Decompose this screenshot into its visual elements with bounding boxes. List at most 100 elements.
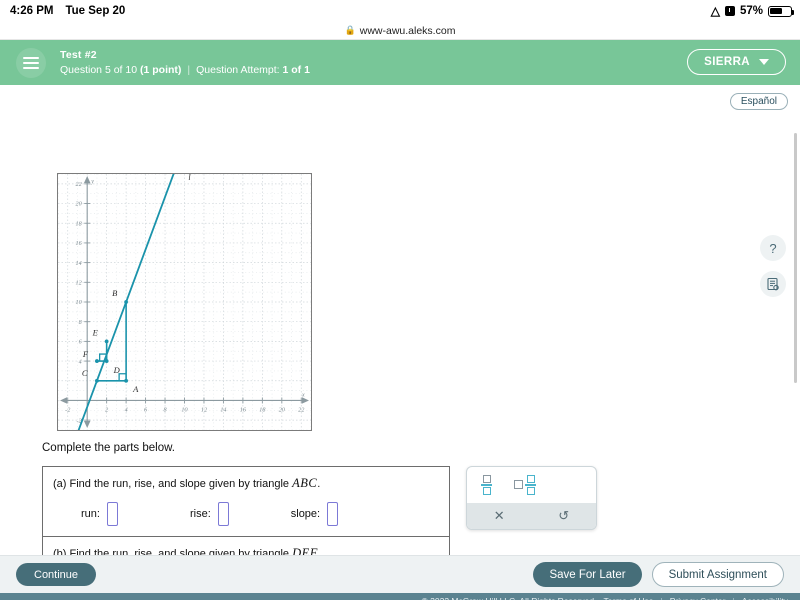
status-time: 4:26 PM xyxy=(10,5,54,17)
part-b-period: . xyxy=(317,548,321,555)
chevron-down-icon xyxy=(759,59,769,65)
vertex-label-C: C xyxy=(82,368,88,378)
user-name-label: SIERRA xyxy=(704,56,750,68)
part-a-run-group: run: xyxy=(81,502,118,526)
y-tick-label-14: 14 xyxy=(76,260,82,267)
battery-percent-label: 57% xyxy=(739,5,763,17)
lock-icon: 🔒 xyxy=(344,25,356,35)
question-mark-icon[interactable]: ? xyxy=(760,235,786,261)
header-text-block: Test #2 Question 5 of 10 (1 point) | Que… xyxy=(60,48,310,76)
part-b-triangle-name: DEF xyxy=(292,546,318,555)
copyright-separator: | xyxy=(732,596,734,600)
y-tick-label-8: 8 xyxy=(79,319,83,326)
ios-status-bar: 4:26 PM Tue Sep 20 △ 57% xyxy=(0,0,800,22)
status-date: Tue Sep 20 xyxy=(65,5,126,17)
y-tick-label-22: 22 xyxy=(76,181,82,188)
math-keypad-panel: ✕ ↺ xyxy=(466,466,597,530)
math-keypad-templates-row xyxy=(467,467,596,503)
footer-right-buttons: Save For Later Submit Assignment xyxy=(533,562,784,587)
part-b-prompt: Find the run, rise, and slope given by t… xyxy=(69,548,290,555)
part-a-slope-label: slope: xyxy=(290,508,321,520)
part-a-triangle-name: ABC xyxy=(292,476,318,490)
x-tick-label-10: 10 xyxy=(181,406,188,413)
aleks-header-bar: Test #2 Question 5 of 10 (1 point) | Que… xyxy=(0,40,800,85)
test-title: Test #2 xyxy=(60,49,97,62)
vertex-label-E: E xyxy=(92,327,99,337)
terms-of-use-link[interactable]: Terms of Use xyxy=(603,596,653,600)
x-tick-label-4: 4 xyxy=(125,406,128,413)
x-tick-label-22: 22 xyxy=(298,406,304,413)
question-counter: Question 5 of 10 (1 point) xyxy=(60,63,182,76)
complete-parts-prompt: Complete the parts below. xyxy=(42,442,175,454)
close-x-icon[interactable]: ✕ xyxy=(467,503,532,529)
x-tick-label-12: 12 xyxy=(201,406,207,413)
part-a-run-input[interactable] xyxy=(106,502,118,526)
battery-icon xyxy=(768,5,795,17)
y-tick-label-10: 10 xyxy=(76,299,83,306)
part-a-answer-row: run: rise: slope: xyxy=(53,502,439,526)
part-a-run-label: run: xyxy=(81,508,100,520)
vertex-point-D xyxy=(104,359,109,363)
y-tick-label-16: 16 xyxy=(76,240,83,247)
x-tick-label-14: 14 xyxy=(220,406,226,413)
part-a-label: (a) xyxy=(53,478,67,490)
vertex-point-F xyxy=(95,359,99,363)
copyright-separator: | xyxy=(661,596,663,600)
part-a-rise-label: rise: xyxy=(189,508,211,520)
vertex-label-B: B xyxy=(112,288,117,298)
y-axis-arrow-up xyxy=(83,176,91,183)
question-status-line: Question 5 of 10 (1 point) | Question At… xyxy=(60,63,310,77)
x-tick-label-18: 18 xyxy=(259,406,266,413)
part-a-slope-group: slope: xyxy=(290,502,339,526)
undo-arrow-icon[interactable]: ↺ xyxy=(532,503,597,529)
submit-assignment-button[interactable]: Submit Assignment xyxy=(651,562,784,587)
accessibility-link[interactable]: Accessibility xyxy=(742,596,788,600)
y-tick-label-12: 12 xyxy=(76,280,82,287)
x-tick-label-6: 6 xyxy=(144,406,148,413)
y-axis-label: y xyxy=(90,179,94,185)
coordinate-plane-graph: x y -2 2 4 6 8 10 12 14 16 18 20 22 -2 4 6 8 10 12 14 16 18 20 2… xyxy=(57,173,312,431)
status-bar-left: 4:26 PM Tue Sep 20 xyxy=(10,5,125,17)
line-l-label: l xyxy=(188,174,191,182)
math-keypad-actions-row: ✕ ↺ xyxy=(467,503,596,529)
question-part-b: (b) Find the run, rise, and slope given … xyxy=(43,537,449,555)
user-menu-button[interactable]: SIERRA xyxy=(687,49,786,75)
content-scrollbar[interactable] xyxy=(793,133,797,383)
graph-svg: xy-2 2 4 6 8 10 12 14 16 18 20 22-24681012141618202… xyxy=(58,174,311,430)
wifi-icon: △ xyxy=(710,4,720,18)
question-part-b-text: (b) Find the run, rise, and slope given … xyxy=(53,546,439,555)
x-tick-label-20: 20 xyxy=(279,406,286,413)
vertex-label-A: A xyxy=(132,384,139,394)
save-for-later-button[interactable]: Save For Later xyxy=(533,562,642,587)
vertex-point-C xyxy=(95,378,99,383)
x-tick-label--2: -2 xyxy=(65,406,70,413)
espanol-language-button[interactable]: Español xyxy=(729,93,788,110)
url-text: www-awu.aleks.com xyxy=(359,24,456,37)
aleks-page: Test #2 Question 5 of 10 (1 point) | Que… xyxy=(0,40,800,600)
hamburger-menu-icon[interactable] xyxy=(16,47,46,78)
x-axis-arrow-left xyxy=(60,397,67,404)
question-part-a-text: (a) Find the run, rise, and slope given … xyxy=(53,476,439,491)
reference-sheet-icon[interactable] xyxy=(760,271,786,297)
x-tick-label-2: 2 xyxy=(105,406,108,413)
fraction-template-icon[interactable] xyxy=(481,474,492,496)
continue-button[interactable]: Continue xyxy=(16,563,97,586)
part-a-prompt: Find the run, rise, and slope given by t… xyxy=(69,478,290,490)
browser-url-bar[interactable]: 🔒 www-awu.aleks.com xyxy=(0,22,800,40)
part-b-label: (b) xyxy=(53,548,67,555)
part-a-slope-input[interactable] xyxy=(327,502,339,526)
header-separator: | xyxy=(187,63,191,76)
y-tick-label-18: 18 xyxy=(76,220,83,227)
y-tick-label-6: 6 xyxy=(79,339,83,346)
question-part-a: (a) Find the run, rise, and slope given … xyxy=(43,467,449,537)
y-tick-label-4: 4 xyxy=(79,358,82,365)
alarm-icon xyxy=(724,6,735,16)
y-tick-label-20: 20 xyxy=(76,201,83,208)
mixed-number-template-icon[interactable] xyxy=(514,474,536,496)
part-a-rise-input[interactable] xyxy=(217,502,229,526)
vertex-point-B xyxy=(124,300,129,304)
privacy-center-link[interactable]: Privacy Center xyxy=(670,596,726,600)
y-axis-arrow-down xyxy=(83,421,91,428)
right-tool-rail: ? xyxy=(760,235,786,297)
part-a-period: . xyxy=(317,478,321,490)
